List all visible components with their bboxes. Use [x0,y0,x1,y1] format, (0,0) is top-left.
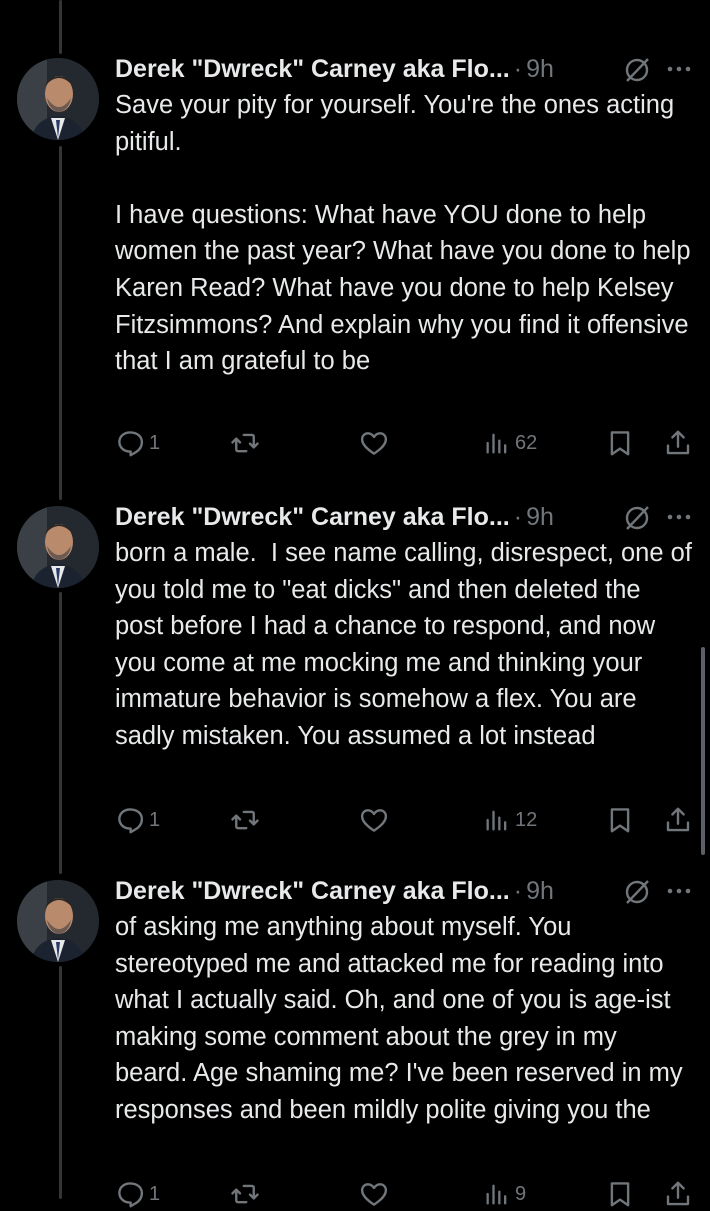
thread-line [59,966,62,1199]
timestamp[interactable]: 9h [526,503,554,532]
reply-icon [118,1182,144,1208]
author-name[interactable]: Derek "Dwreck" Carney aka Flo... [115,503,510,532]
reply-button[interactable]: 1 [115,1177,160,1211]
more-icon[interactable] [666,51,692,87]
repost-button[interactable] [229,803,261,837]
separator: · [513,876,523,905]
separator: · [513,502,523,531]
repost-icon [231,1184,259,1204]
avatar[interactable] [17,880,99,962]
reply-count: 1 [149,808,161,831]
share-icon [666,807,690,832]
thread-line [59,146,62,500]
reply-icon [118,808,144,834]
share-icon [666,430,690,455]
reply-icon [118,431,144,457]
reply-count: 1 [149,431,161,454]
repost-button[interactable] [229,1177,261,1211]
views-icon [486,1184,507,1205]
views-button[interactable]: 12 [483,803,537,837]
tweet-text: of asking me anything about myself. You … [115,913,690,1124]
heart-icon [360,809,388,832]
more-icon[interactable] [666,873,692,909]
tweet-header: Derek "Dwreck" Carney aka Flo... · 9h [115,497,554,537]
views-button[interactable]: 9 [483,1177,526,1211]
avatar[interactable] [17,506,99,588]
share-button[interactable] [663,426,693,460]
repost-button[interactable] [229,426,261,460]
bookmark-icon [610,808,630,833]
tweet-header: Derek "Dwreck" Carney aka Flo... · 9h [115,871,554,911]
like-button[interactable] [358,426,390,460]
bookmark-button[interactable] [605,426,635,460]
grok-icon[interactable] [622,55,652,85]
thread-line [59,0,62,54]
timestamp[interactable]: 9h [526,877,554,906]
author-name[interactable]: Derek "Dwreck" Carney aka Flo... [115,877,510,906]
reply-count: 1 [149,1182,161,1205]
bookmark-button[interactable] [605,1177,635,1211]
bookmark-icon [610,1182,630,1207]
grok-icon[interactable] [622,503,652,533]
views-button[interactable]: 62 [483,426,537,460]
avatar[interactable] [17,58,99,140]
more-icon[interactable] [666,499,692,535]
reply-button[interactable]: 1 [115,426,160,460]
view-count: 12 [515,808,538,831]
timestamp[interactable]: 9h [526,55,554,84]
heart-icon [360,1183,388,1206]
separator: · [513,54,523,83]
author-name[interactable]: Derek "Dwreck" Carney aka Flo... [115,55,510,84]
tweet-text: born a male. I see name calling, disresp… [115,539,699,750]
like-button[interactable] [358,803,390,837]
views-icon [486,433,507,454]
bookmark-button[interactable] [605,803,635,837]
repost-icon [231,433,259,453]
grok-icon[interactable] [622,877,652,907]
share-button[interactable] [663,1177,693,1211]
heart-icon [360,432,388,455]
tweet-text: Save your pity for yourself. You're the … [115,91,691,376]
share-icon [666,1181,690,1206]
thread-line [59,592,62,874]
repost-icon [231,810,259,830]
action-bar: 1 9 [115,1177,705,1211]
view-count: 9 [515,1182,527,1205]
share-button[interactable] [663,803,693,837]
like-button[interactable] [358,1177,390,1211]
bookmark-icon [610,431,630,456]
view-count: 62 [515,431,538,454]
action-bar: 1 12 [115,803,705,837]
reply-button[interactable]: 1 [115,803,160,837]
action-bar: 1 62 [115,426,705,460]
views-icon [486,810,507,831]
tweet-header: Derek "Dwreck" Carney aka Flo... · 9h [115,49,554,89]
